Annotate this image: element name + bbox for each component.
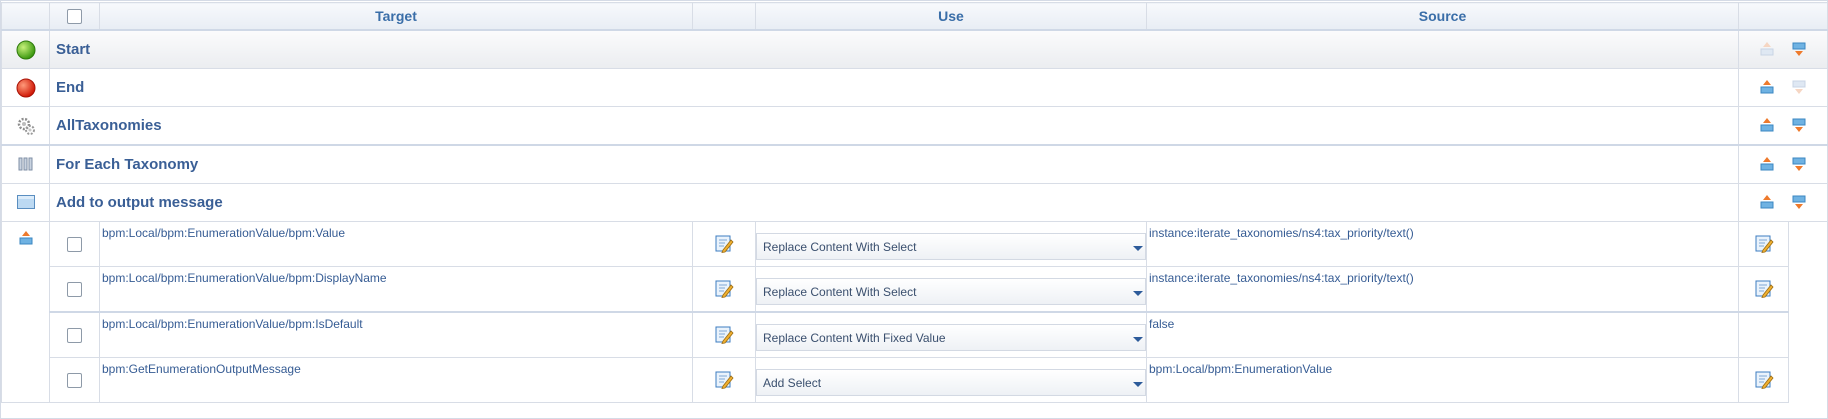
edit-target-icon[interactable]: [714, 234, 734, 254]
chevron-down-icon: [1133, 382, 1143, 387]
section-row-add-to-output-message[interactable]: Add to output message: [1, 183, 1828, 222]
window-icon: [16, 195, 35, 210]
start-green-icon: [16, 40, 35, 59]
table-header: Target Use Source: [1, 2, 1828, 31]
header-target-edit: [692, 2, 756, 31]
mapping-target: bpm:GetEnumerationOutputMessage: [99, 357, 693, 403]
loop-bars-icon: [18, 157, 32, 171]
mapping-target: bpm:Local/bpm:EnumerationValue/bpm:Value: [99, 221, 693, 267]
use-select-value: Add Select: [763, 376, 822, 390]
select-all-checkbox[interactable]: [67, 9, 82, 25]
chevron-down-icon: [1133, 246, 1143, 251]
edit-target-icon[interactable]: [714, 279, 734, 299]
chevron-down-icon: [1133, 337, 1143, 342]
header-blank: [1, 2, 50, 31]
edit-source-icon[interactable]: [1754, 279, 1774, 299]
table-row: bpm:Local/bpm:EnumerationValue/bpm:Value…: [1, 221, 1828, 403]
move-up-disabled-icon: [1760, 42, 1774, 56]
row-checkbox[interactable]: [67, 327, 82, 343]
table-row: bpm:Local/bpm:EnumerationValue/bpm:IsDef…: [2, 311, 1828, 358]
mapping-source: instance:iterate_taxonomies/ns4:tax_prio…: [1146, 266, 1739, 313]
edit-source-icon[interactable]: [1754, 234, 1774, 254]
edit-target-icon[interactable]: [714, 370, 734, 390]
section-row-end[interactable]: End: [1, 68, 1828, 107]
insert-mapping-icon[interactable]: [18, 230, 34, 246]
section-row-alltaxonomies[interactable]: AllTaxonomies: [1, 106, 1828, 146]
source-edit-empty: [1738, 311, 1789, 358]
data-mapping-table: Target Use Source Start End AllTaxonomie…: [1, 2, 1828, 403]
use-select-value: Replace Content With Select: [763, 285, 917, 299]
section-row-start[interactable]: Start: [1, 29, 1828, 69]
row-checkbox[interactable]: [67, 236, 82, 252]
move-down-disabled-icon: [1792, 80, 1806, 95]
move-down-icon[interactable]: [1791, 117, 1807, 133]
mapping-source: instance:iterate_taxonomies/ns4:tax_prio…: [1146, 221, 1739, 267]
section-name: For Each Taxonomy: [49, 144, 1739, 184]
table-row: bpm:Local/bpm:EnumerationValue/bpm:Displ…: [2, 266, 1828, 313]
use-select[interactable]: Add Select: [756, 369, 1146, 396]
section-name: End: [49, 68, 1739, 107]
chevron-down-icon: [1133, 291, 1143, 296]
mapping-source: bpm:Local/bpm:EnumerationValue: [1146, 357, 1739, 403]
use-select[interactable]: Replace Content With Fixed Value: [756, 324, 1146, 351]
section-row-for-each-taxonomy[interactable]: For Each Taxonomy: [1, 144, 1828, 184]
mapping-source: false: [1146, 311, 1739, 358]
gears-icon: [17, 117, 35, 135]
header-select-all[interactable]: [49, 2, 100, 31]
section-name: Start: [49, 29, 1739, 69]
header-target[interactable]: Target: [99, 2, 693, 31]
move-down-icon[interactable]: [1791, 41, 1807, 57]
header-source-edit: [1738, 2, 1828, 31]
use-select[interactable]: Replace Content With Select: [756, 233, 1146, 260]
move-up-icon[interactable]: [1759, 156, 1775, 172]
edit-target-icon[interactable]: [714, 325, 734, 345]
row-checkbox[interactable]: [67, 372, 82, 388]
end-red-icon: [16, 78, 35, 97]
move-up-icon[interactable]: [1759, 117, 1775, 133]
edit-source-icon[interactable]: [1754, 370, 1774, 390]
use-select-value: Replace Content With Select: [763, 240, 917, 254]
move-down-icon[interactable]: [1791, 194, 1807, 210]
move-up-icon[interactable]: [1759, 79, 1775, 95]
section-name: AllTaxonomies: [49, 106, 1739, 146]
table-row: bpm:GetEnumerationOutputMessage Add Sele…: [2, 357, 1828, 403]
use-select-value: Replace Content With Fixed Value: [763, 331, 946, 345]
mapping-target: bpm:Local/bpm:EnumerationValue/bpm:Displ…: [99, 266, 693, 313]
mapping-target: bpm:Local/bpm:EnumerationValue/bpm:IsDef…: [99, 311, 693, 358]
move-up-icon[interactable]: [1759, 194, 1775, 210]
use-select[interactable]: Replace Content With Select: [756, 278, 1146, 305]
section-name: Add to output message: [49, 183, 1739, 222]
header-source[interactable]: Source: [1146, 2, 1739, 31]
header-use[interactable]: Use: [755, 2, 1147, 31]
move-down-icon[interactable]: [1791, 156, 1807, 172]
row-checkbox[interactable]: [67, 281, 82, 297]
